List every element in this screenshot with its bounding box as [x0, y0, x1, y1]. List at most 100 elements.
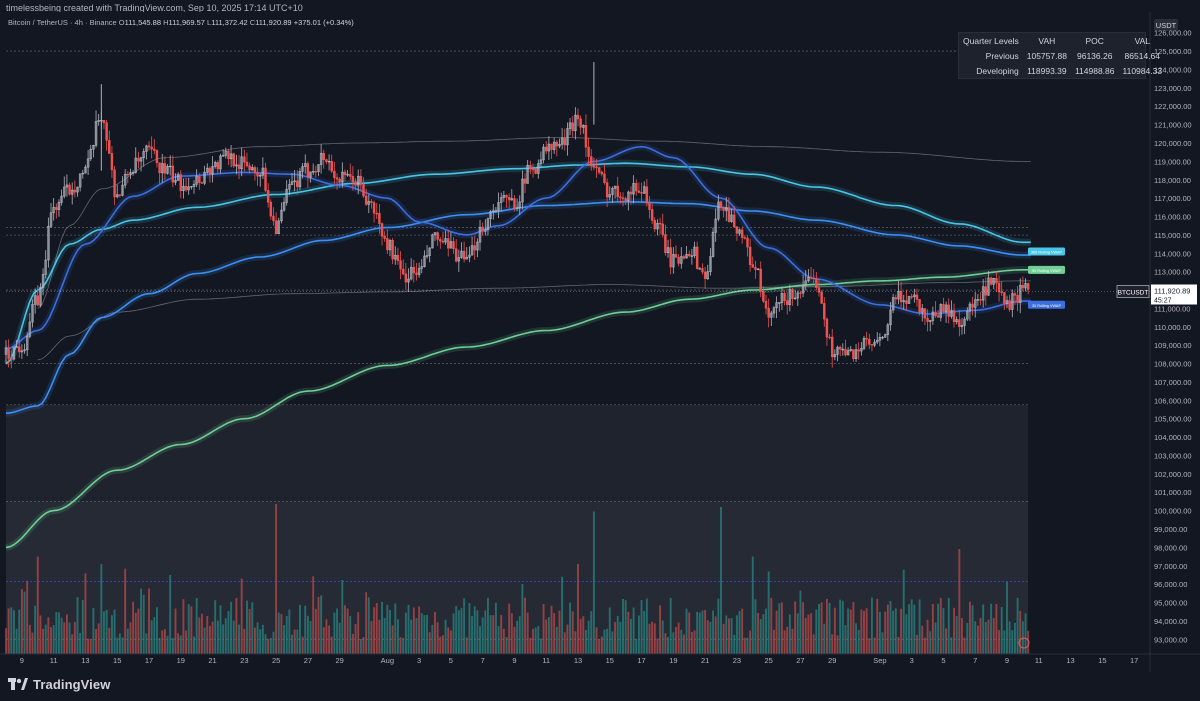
volume-bar [179, 635, 182, 654]
tradingview-logo[interactable]: TradingView [8, 677, 110, 692]
candle-body [910, 296, 913, 298]
volume-bar [735, 615, 738, 654]
price-tick-label: 105,000.00 [1154, 415, 1192, 424]
volume-bar [524, 597, 526, 654]
candle-body [529, 165, 532, 170]
volume-bar [796, 613, 799, 654]
volume-bar [15, 628, 18, 654]
volume-bar [534, 627, 537, 654]
candle-body [785, 300, 789, 305]
candle-body [436, 232, 439, 240]
candle-body [830, 336, 834, 358]
volume-bar [865, 608, 868, 654]
candle-body [507, 196, 511, 201]
candle [298, 167, 302, 191]
volume-bar [661, 620, 664, 654]
volume-bar [690, 632, 693, 654]
previous-poc: 96136.26 [1076, 50, 1113, 61]
volume-bar [201, 613, 203, 654]
volume-bar [624, 600, 627, 654]
volume-bar [7, 608, 10, 654]
candle-body [809, 277, 813, 279]
candle-body [272, 215, 275, 222]
volume-bar [277, 612, 280, 654]
candle [862, 335, 866, 351]
volume-bar [267, 638, 270, 654]
price-chart[interactable]: USDT93,000.0094,000.0095,000.0096,000.00… [0, 12, 1200, 672]
volume-bar [404, 612, 407, 654]
candle-body [603, 173, 606, 183]
volume-bar [738, 610, 741, 654]
price-tick-label: 123,000.00 [1154, 84, 1192, 93]
volume-bar [349, 616, 352, 654]
volume-bar [571, 611, 574, 654]
volume-bar [296, 629, 299, 654]
price-tick-label: 94,000.00 [1154, 617, 1187, 626]
volume-bar [208, 625, 211, 654]
volume-bar [455, 606, 458, 654]
quarter-levels-table: Quarter Levels VAH POC VAL Previous 1057… [958, 32, 1162, 79]
candle-body [984, 286, 988, 296]
candle-body [18, 346, 21, 353]
developing-val: 110984.33 [1122, 65, 1163, 76]
price-tick-label: 116,000.00 [1154, 213, 1191, 222]
time-tick-label: 11 [542, 656, 550, 665]
volume-bar [791, 628, 794, 654]
volume-bar [757, 612, 760, 654]
volume-bar [916, 634, 918, 654]
volume-bar [452, 613, 455, 654]
legend-change: +375.01 (+0.34%) [292, 18, 355, 27]
volume-bar [939, 598, 942, 654]
volume-bar [187, 603, 190, 654]
volume-bar [547, 617, 550, 654]
volume-bar [966, 622, 969, 654]
volume-bar [555, 626, 558, 654]
candle-body [7, 347, 10, 359]
volume-bar [751, 556, 754, 654]
volume-bar [720, 507, 722, 654]
candle-body [306, 163, 310, 178]
quarter-levels-title: Quarter Levels [963, 35, 1019, 46]
volume-bar [788, 614, 791, 654]
volume-bar [423, 615, 426, 654]
volume-bar [1000, 606, 1003, 654]
volume-bar [5, 628, 7, 654]
time-tick-label: 15 [113, 656, 121, 665]
volume-bar [645, 598, 648, 654]
candle-body [325, 159, 328, 163]
volume-bar [876, 598, 879, 654]
volume-bar [108, 627, 111, 654]
volume-bar [590, 611, 593, 654]
candle-body [616, 185, 619, 198]
developing-label: Developing [976, 65, 1019, 76]
volume-bar [246, 600, 248, 654]
candle-body [619, 196, 622, 199]
volume-bar [574, 631, 577, 654]
volume-bar [161, 630, 164, 654]
price-tick-label: 114,000.00 [1154, 249, 1191, 258]
candle-body [624, 198, 627, 202]
candle-body [762, 291, 765, 302]
price-tick-label: 95,000.00 [1154, 599, 1187, 608]
volume-bar [465, 637, 468, 654]
chart-area[interactable]: USDT 93,000.00 94,000.00 95,000.00 96,000.00… [0, 12, 1200, 672]
volume-bar [780, 602, 783, 654]
volume-bar [428, 632, 431, 654]
volume-bar [905, 614, 908, 654]
price-tick-label: 106,000.00 [1154, 396, 1192, 405]
volume-bar [473, 606, 476, 654]
legend-open-label: O [117, 18, 125, 27]
developing-vah: 118993.39 [1027, 65, 1067, 76]
volume-bar [230, 601, 233, 654]
candle-body [354, 181, 357, 186]
candle-body [447, 238, 450, 249]
candle-body [592, 165, 596, 168]
volume-bar [727, 618, 730, 654]
volume-bar [926, 619, 929, 654]
candle-body [441, 240, 445, 243]
candle-body [597, 167, 601, 173]
volume-bar [974, 621, 977, 654]
candle-body [637, 190, 641, 193]
candle-body [576, 114, 580, 120]
volume-bar [632, 607, 635, 654]
